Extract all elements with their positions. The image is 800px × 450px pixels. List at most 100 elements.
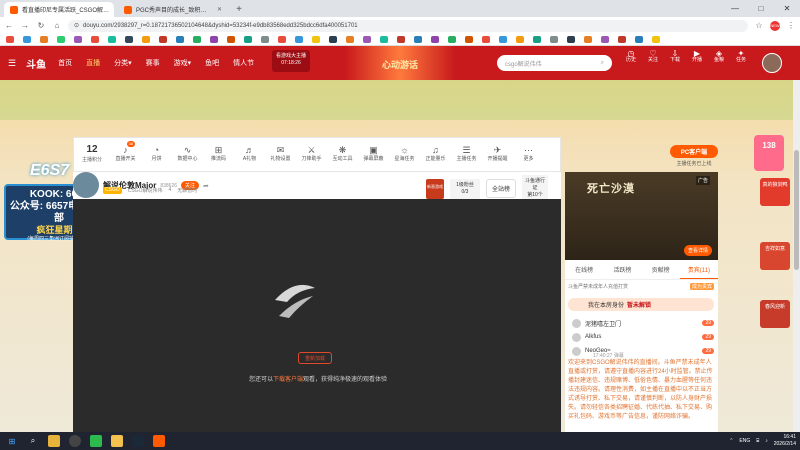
task-button[interactable]: ✦ 任务 [732, 50, 750, 64]
bookmark-icon[interactable] [533, 36, 541, 43]
minimize-button[interactable]: — [722, 0, 748, 17]
home-button[interactable]: ⌂ [52, 21, 62, 30]
bookmark-icon[interactable] [329, 36, 337, 43]
bookmark-icon[interactable] [652, 36, 660, 43]
maximize-button[interactable]: □ [748, 0, 774, 17]
download-client-link[interactable]: 下载客户端 [273, 377, 303, 383]
bookmark-icon[interactable] [482, 36, 490, 43]
share-icon[interactable]: ➦ [203, 182, 209, 190]
chrome-icon[interactable] [48, 435, 60, 447]
bookmark-icon[interactable] [91, 36, 99, 43]
tool-mooncake[interactable]: ◔ 月饼 [141, 145, 172, 163]
bookmark-icon[interactable] [40, 36, 48, 43]
side-promo[interactable]: 吉祥如意 [760, 242, 790, 270]
bookmark-icon[interactable] [465, 36, 473, 43]
tool-a-gift[interactable]: ♬ A礼物 [234, 145, 265, 163]
tool-danmaku-block[interactable]: ▣ 弹幕屏蔽 [358, 145, 389, 163]
nav-games[interactable]: 游戏▾ [174, 58, 192, 68]
search-icon[interactable]: ⌕ [601, 60, 604, 67]
anniversary-badge[interactable]: 138 [754, 135, 784, 171]
url-field[interactable]: ⊙ douyu.com/2938297_r=0.1872173650210464… [68, 19, 748, 32]
scrollbar-thumb[interactable] [794, 150, 799, 270]
page-scrollbar[interactable] [793, 80, 800, 432]
tab-contribution[interactable]: 贡献榜 [642, 264, 680, 279]
tool-gift-settings[interactable]: ✉ 礼物设置 [265, 145, 296, 163]
bookmark-icon[interactable] [159, 36, 167, 43]
close-window-button[interactable]: ✕ [774, 0, 800, 17]
nav-category[interactable]: 分类▾ [114, 58, 132, 68]
anchor-score[interactable]: 12 主播积分 [74, 144, 110, 165]
vip-row[interactable]: 泥猪嘻左卫门 29 [572, 317, 714, 329]
bookmark-icon[interactable] [295, 36, 303, 43]
nav-home[interactable]: 首页 [58, 58, 72, 68]
douyu-icon[interactable] [153, 435, 165, 447]
back-button[interactable]: ← [4, 21, 14, 30]
bookmark-icon[interactable] [6, 36, 14, 43]
tool-anchor-task[interactable]: ☰ 主播任务 [451, 145, 482, 163]
nav-fishbar[interactable]: 鱼吧 [205, 58, 219, 68]
gift-badge[interactable]: 新晋游戏 [426, 178, 444, 199]
bookmark-icon[interactable] [125, 36, 133, 43]
files-icon[interactable] [111, 435, 123, 447]
broadcast-button[interactable]: ▶ 开播 [688, 50, 706, 64]
bookmark-star-icon[interactable]: ☆ [754, 21, 764, 30]
tab-online[interactable]: 在线榜 [565, 264, 603, 279]
follow-button[interactable]: ♡ 关注 [644, 50, 662, 64]
tool-interaction[interactable]: ❋ 互动工具 [327, 145, 358, 163]
wallet-button[interactable]: ◈ 鱼粮 [710, 50, 728, 64]
bookmark-icon[interactable] [499, 36, 507, 43]
close-tab-icon[interactable]: ✕ [217, 6, 222, 13]
new-tab-button[interactable]: + [232, 2, 246, 16]
bookmark-icon[interactable] [346, 36, 354, 43]
forward-button[interactable]: → [20, 21, 30, 30]
retry-button[interactable]: 重新加载 [298, 352, 332, 364]
language-indicator[interactable]: ENG [739, 438, 750, 444]
reload-button[interactable]: ↻ [36, 21, 46, 30]
search-icon[interactable]: ⌕ [27, 435, 39, 447]
extension-icon[interactable]: NEW [770, 20, 780, 31]
chevron-up-icon[interactable]: ⌃ [729, 438, 733, 444]
doushi-pass[interactable]: 斗鱼通行证 第10个 [522, 175, 549, 202]
site-logo[interactable]: 斗鱼 [26, 56, 46, 71]
bookmark-icon[interactable] [244, 36, 252, 43]
promo-countdown[interactable]: 看游戏大主播 07:18:26 [272, 50, 310, 72]
video-player[interactable] [73, 199, 561, 432]
bookmark-icon[interactable] [108, 36, 116, 43]
bookmark-icon[interactable] [57, 36, 65, 43]
bookmark-icon[interactable] [618, 36, 626, 43]
category-link[interactable]: CSGO解说伟伟 [128, 187, 163, 194]
windows-icon[interactable]: ⊞ [6, 435, 18, 447]
side-promo[interactable]: 春风迎新 [760, 300, 790, 328]
tool-live-reminder[interactable]: ✈ 开播提醒 [482, 145, 513, 163]
bookmark-icon[interactable] [74, 36, 82, 43]
all-rank-button[interactable]: 全站榜 [486, 179, 517, 198]
bookmark-icon[interactable] [567, 36, 575, 43]
bookmark-icon[interactable] [312, 36, 320, 43]
ad-button[interactable]: 查看详情 [683, 245, 712, 256]
tool-live-switch[interactable]: 38 ♪ 直播开关 [110, 140, 141, 163]
bookmark-icon[interactable] [227, 36, 235, 43]
bookmark-icon[interactable] [516, 36, 524, 43]
browser-tab-active[interactable]: 看直播印尼专属活跃_CSGO解… ✕ [4, 2, 114, 17]
volume-icon[interactable]: ♪ [765, 438, 768, 444]
tool-positive-music[interactable]: ♫ 正能量乐 [420, 145, 451, 163]
bookmark-icon[interactable] [635, 36, 643, 43]
become-vip-button[interactable]: 成为贵宾 [689, 283, 714, 290]
download-button[interactable]: ⇩ 下载 [666, 50, 684, 64]
tool-data-center[interactable]: ∿ 数据中心 [172, 145, 203, 163]
bookmark-icon[interactable] [363, 36, 371, 43]
bookmark-icon[interactable] [414, 36, 422, 43]
bookmark-icon[interactable] [550, 36, 558, 43]
obs-icon[interactable] [69, 435, 81, 447]
bookmark-icon[interactable] [261, 36, 269, 43]
tab-active[interactable]: 活跃榜 [603, 264, 641, 279]
tool-more[interactable]: ⋯ 更多 [513, 145, 544, 163]
steam-icon[interactable] [132, 435, 144, 447]
side-promo[interactable]: 真的狼剑鸭 [760, 178, 790, 206]
pc-client-button[interactable]: PC客户端 [670, 145, 718, 158]
wechat-icon[interactable] [90, 435, 102, 447]
bookmark-icon[interactable] [431, 36, 439, 43]
bookmark-icon[interactable] [142, 36, 150, 43]
bookmark-icon[interactable] [176, 36, 184, 43]
bookmark-icon[interactable] [584, 36, 592, 43]
